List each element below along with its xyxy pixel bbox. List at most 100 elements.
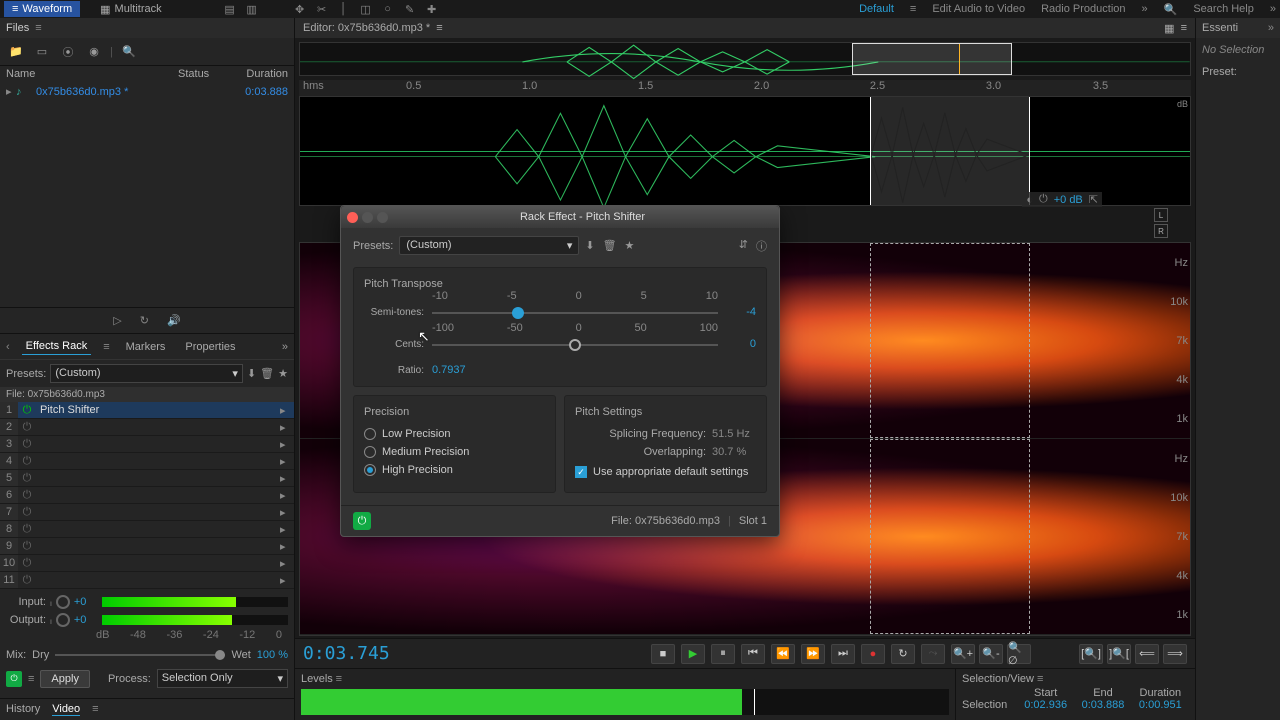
tool-spectral-icon[interactable]: ▤ — [222, 1, 238, 17]
info-icon[interactable]: ⓘ — [756, 238, 767, 254]
time-ruler[interactable]: hms 0.5 1.0 1.5 2.0 2.5 3.0 3.5 — [299, 80, 1191, 96]
rack-slot[interactable]: 5⏻▸ — [0, 470, 294, 487]
rack-slot[interactable]: 3⏻▸ — [0, 436, 294, 453]
save-preset-icon[interactable]: ⬇ — [247, 367, 256, 380]
stop-button[interactable]: ■ — [651, 644, 675, 664]
precision-medium-radio[interactable]: Medium Precision — [364, 446, 545, 458]
sel-start[interactable]: 0:02.936 — [1017, 699, 1074, 711]
slot-arrow-icon[interactable]: ▸ — [280, 540, 294, 553]
rack-slot[interactable]: 1⏻Pitch Shifter▸ — [0, 402, 294, 419]
tool-slice-icon[interactable]: │ — [336, 1, 352, 17]
output-gain-knob[interactable] — [56, 613, 70, 627]
rack-slot[interactable]: 7⏻▸ — [0, 504, 294, 521]
tab-prev-icon[interactable]: ‹ — [6, 341, 10, 353]
file-row[interactable]: ▸ ♪ 0x75b636d0.mp3 * 0:03.888 — [0, 82, 294, 101]
rack-slot[interactable]: 10⏻▸ — [0, 555, 294, 572]
slot-power-icon[interactable]: ⏻ — [18, 538, 36, 554]
transport-time[interactable]: 0:03.745 — [303, 643, 390, 664]
tool-marquee-icon[interactable]: ◫ — [358, 1, 374, 17]
workspace-radio-production[interactable]: Radio Production — [1041, 3, 1125, 16]
tab-properties[interactable]: Properties — [181, 339, 239, 355]
semitones-slider[interactable]: -10 -5 0 5 10 — [432, 300, 718, 324]
tool-cut-icon[interactable]: ✂ — [314, 1, 330, 17]
precision-low-radio[interactable]: Low Precision — [364, 428, 545, 440]
pause-button[interactable]: ⏸ — [711, 644, 735, 664]
search-files-icon[interactable]: 🔍 — [119, 42, 139, 62]
rack-slot[interactable]: 9⏻▸ — [0, 538, 294, 555]
favorite-preset-icon[interactable]: ★ — [625, 239, 635, 252]
sel-duration[interactable]: 0:00.951 — [1132, 699, 1189, 711]
tab-video[interactable]: Video — [52, 703, 80, 716]
open-file-icon[interactable]: 📁 — [6, 42, 26, 62]
tool-heal-icon[interactable]: ✚ — [424, 1, 440, 17]
to-start-button[interactable]: ⏮ — [741, 644, 765, 664]
favorite-preset-icon[interactable]: ★ — [278, 367, 288, 380]
loop-icon[interactable]: ↻ — [140, 314, 149, 327]
video-menu-icon[interactable]: ≡ — [92, 703, 98, 716]
tool-move-icon[interactable]: ✥ — [292, 1, 308, 17]
levels-menu-icon[interactable]: ≡ — [336, 673, 342, 685]
tab-effects-rack[interactable]: Effects Rack — [22, 338, 92, 355]
search-help[interactable]: Search Help — [1193, 3, 1254, 16]
multitrack-mode-tab[interactable]: ▦ Multitrack — [92, 1, 169, 18]
tool-brush-icon[interactable]: ✎ — [402, 1, 418, 17]
loop-button[interactable]: ↻ — [891, 644, 915, 664]
hud-clock-icon[interactable]: ◐ — [1026, 194, 1033, 206]
rack-slot[interactable]: 8⏻▸ — [0, 521, 294, 538]
hud-pin-icon[interactable]: ⇱ — [1089, 193, 1098, 206]
cents-slider[interactable]: -100 -50 0 50 100 — [432, 332, 718, 356]
overview-selection[interactable] — [852, 43, 1012, 75]
cents-thumb[interactable] — [569, 339, 581, 351]
new-file-icon[interactable]: ▭ — [32, 42, 52, 62]
tab-markers[interactable]: Markers — [122, 339, 170, 355]
rack-power-icon[interactable]: ⏻ — [6, 671, 22, 687]
rack-list-icon[interactable]: ≡ — [28, 673, 34, 685]
slot-power-icon[interactable]: ⏻ — [18, 572, 36, 588]
effect-power-button[interactable]: ⏻ — [353, 512, 371, 530]
workspace-default[interactable]: Default — [859, 3, 894, 16]
dialog-preset-dropdown[interactable]: (Custom)▾ — [399, 236, 579, 255]
right-expand-icon[interactable]: » — [1268, 22, 1274, 34]
slot-arrow-icon[interactable]: ▸ — [280, 455, 294, 468]
waveform-display[interactable]: dB ◐ ⏻ +0 dB ⇱ — [299, 96, 1191, 206]
zoom-sel-in-icon[interactable]: [🔍] — [1079, 644, 1103, 664]
slot-power-icon[interactable]: ⏻ — [18, 487, 36, 503]
skip-sel-button[interactable]: ⤳ — [921, 644, 945, 664]
col-status[interactable]: Status — [178, 68, 228, 80]
waveform-selection[interactable] — [870, 97, 1030, 205]
output-gain-value[interactable]: +0 — [74, 614, 98, 626]
to-end-button[interactable]: ⏭ — [831, 644, 855, 664]
slot-power-icon[interactable]: ⏻ — [18, 436, 36, 452]
delete-preset-icon[interactable]: 🗑 — [603, 239, 617, 252]
files-menu-icon[interactable]: ≡ — [35, 22, 41, 34]
cents-value[interactable]: 0 — [726, 338, 756, 350]
slot-power-icon[interactable]: ⏻ — [18, 521, 36, 537]
record-icon[interactable]: ⦿ — [58, 42, 78, 62]
expand-tri-icon[interactable]: ▸ — [6, 85, 16, 98]
zoom-in-icon[interactable]: 🔍+ — [951, 644, 975, 664]
zoom-sel-left-icon[interactable]: ⟸ — [1135, 644, 1159, 664]
zoom-sel-out-icon[interactable]: ]🔍[ — [1107, 644, 1131, 664]
minimize-icon[interactable] — [362, 212, 373, 223]
semitones-thumb[interactable] — [512, 307, 524, 319]
slot-arrow-icon[interactable]: ▸ — [280, 523, 294, 536]
waveform-mode-tab[interactable]: ≡ Waveform — [4, 1, 80, 17]
semitones-value[interactable]: -4 — [726, 306, 756, 318]
slot-arrow-icon[interactable]: ▸ — [280, 438, 294, 451]
col-duration[interactable]: Duration — [228, 68, 288, 80]
slot-arrow-icon[interactable]: ▸ — [280, 404, 294, 417]
play-button[interactable]: ▶ — [681, 644, 705, 664]
save-preset-icon[interactable]: ⬇ — [585, 239, 594, 252]
cd-icon[interactable]: ◉ — [84, 42, 104, 62]
search-icon[interactable]: 🔍 — [1164, 3, 1178, 16]
auto-play-icon[interactable]: 🔊 — [167, 314, 181, 327]
sel-end[interactable]: 0:03.888 — [1074, 699, 1131, 711]
expand-icon[interactable]: » — [1270, 3, 1276, 16]
slot-power-icon[interactable]: ⏻ — [18, 402, 36, 418]
col-name[interactable]: Name — [6, 68, 178, 80]
precision-high-radio[interactable]: High Precision — [364, 464, 545, 476]
workspace-menu-icon[interactable]: ≡ — [910, 3, 916, 16]
mix-value[interactable]: 100 % — [257, 649, 288, 661]
record-button[interactable]: ● — [861, 644, 885, 664]
slot-arrow-icon[interactable]: ▸ — [280, 506, 294, 519]
